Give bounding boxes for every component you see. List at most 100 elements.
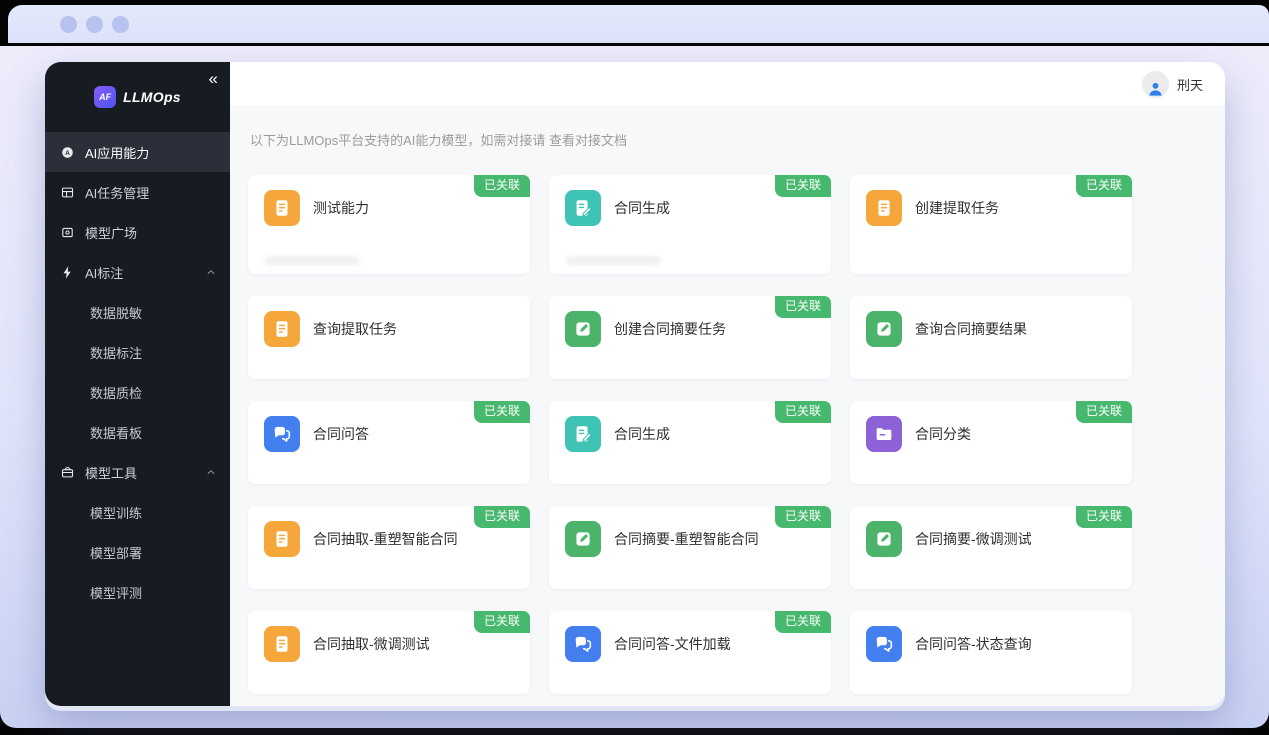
linked-badge: 已关联: [1076, 506, 1132, 528]
sidebar: « AF LLMOps A AI应用能力 AI任务管理模型广场 AI标注数据脱敏数据标…: [45, 62, 230, 706]
linked-badge: 已关联: [775, 401, 831, 423]
card-title: 测试能力: [313, 198, 369, 218]
sidebar-nav: A AI应用能力 AI任务管理模型广场 AI标注数据脱敏数据标注数据质检数据看板模型工…: [45, 132, 230, 612]
sidebar-subitem[interactable]: 数据看板: [45, 412, 230, 452]
description-text: 以下为LLMOps平台支持的AI能力模型，如需对接请: [250, 133, 545, 148]
linked-badge: 已关联: [474, 506, 530, 528]
pencil-icon: [565, 521, 601, 557]
card-title: 查询提取任务: [313, 319, 397, 339]
sidebar-collapse-icon[interactable]: «: [209, 70, 218, 87]
capability-card[interactable]: 查询提取任务: [248, 296, 530, 379]
svg-text:A: A: [65, 150, 70, 157]
document-icon: [264, 190, 300, 226]
sidebar-item[interactable]: A AI应用能力: [45, 132, 230, 172]
card-title: 合同摘要-微调测试: [915, 529, 1032, 549]
capability-card[interactable]: 创建提取任务 已关联: [850, 175, 1132, 274]
model-plaza-icon: [59, 224, 75, 240]
capability-card[interactable]: 测试能力 已关联: [248, 175, 530, 274]
card-title: 合同生成: [614, 424, 670, 444]
chevron-up-icon: [206, 267, 216, 277]
card-title: 合同摘要-重塑智能合同: [614, 529, 759, 549]
logo-mark-icon: AF: [94, 86, 116, 108]
ai-app-icon: A: [59, 144, 75, 160]
linked-badge: 已关联: [775, 175, 831, 197]
document-icon: [264, 626, 300, 662]
window-dot-icon: [112, 16, 129, 33]
card-head: 查询合同摘要结果: [866, 311, 1116, 347]
sidebar-subitem[interactable]: 数据脱敏: [45, 292, 230, 332]
card-title: 合同问答: [313, 424, 369, 444]
app-header: 刑天: [230, 62, 1225, 107]
capability-card[interactable]: 合同抽取-重塑智能合同已关联: [248, 506, 530, 589]
logo-text: LLMOps: [123, 89, 181, 105]
capability-card[interactable]: 合同生成 已关联: [549, 401, 831, 484]
app-window: « AF LLMOps A AI应用能力 AI任务管理模型广场 AI标注数据脱敏数据标…: [45, 62, 1225, 706]
window-dot-icon: [60, 16, 77, 33]
sidebar-item-label: 模型工具: [85, 463, 137, 482]
sidebar-subitem[interactable]: 模型评测: [45, 572, 230, 612]
document-icon: [866, 190, 902, 226]
pencil-icon: [866, 521, 902, 557]
docs-link[interactable]: 查看对接文档: [549, 133, 627, 148]
sidebar-subitem[interactable]: 数据质检: [45, 372, 230, 412]
linked-badge: 已关联: [775, 506, 831, 528]
user-avatar[interactable]: [1142, 71, 1169, 98]
capability-card[interactable]: 合同问答-状态查询: [850, 611, 1132, 694]
redacted-description: [565, 256, 661, 265]
sidebar-item[interactable]: AI任务管理: [45, 172, 230, 212]
page-background: « AF LLMOps A AI应用能力 AI任务管理模型广场 AI标注数据脱敏数据标…: [0, 46, 1269, 728]
redacted-description: [264, 256, 360, 265]
username[interactable]: 刑天: [1177, 75, 1203, 94]
capability-card[interactable]: 合同分类 已关联: [850, 401, 1132, 484]
card-head: 查询提取任务: [264, 311, 514, 347]
card-title: 查询合同摘要结果: [915, 319, 1027, 339]
chat-icon: [565, 626, 601, 662]
sidebar-subitem[interactable]: 数据标注: [45, 332, 230, 372]
folder-icon: [866, 416, 902, 452]
sidebar-item[interactable]: 模型广场: [45, 212, 230, 252]
capability-card[interactable]: 查询合同摘要结果: [850, 296, 1132, 379]
browser-topbar: [8, 5, 1269, 43]
capability-card[interactable]: 合同问答 已关联: [248, 401, 530, 484]
card-title: 合同抽取-微调测试: [313, 634, 430, 654]
sidebar-item-label: 模型广场: [85, 223, 137, 242]
linked-badge: 已关联: [474, 175, 530, 197]
capability-card[interactable]: 合同摘要-重塑智能合同已关联: [549, 506, 831, 589]
sidebar-item-label: AI应用能力: [85, 143, 149, 162]
card-title: 合同抽取-重塑智能合同: [313, 529, 458, 549]
page-description: 以下为LLMOps平台支持的AI能力模型，如需对接请 查看对接文档: [250, 130, 1207, 149]
sidebar-item-label: AI任务管理: [85, 183, 149, 202]
card-title: 合同生成: [614, 198, 670, 218]
main-panel: 刑天 以下为LLMOps平台支持的AI能力模型，如需对接请 查看对接文档 测试能…: [230, 62, 1225, 706]
card-head: 合同问答-状态查询: [866, 626, 1116, 662]
sidebar-subitem[interactable]: 模型部署: [45, 532, 230, 572]
capability-card[interactable]: 合同摘要-微调测试 已关联: [850, 506, 1132, 589]
person-icon: [1146, 79, 1165, 98]
sidebar-subitem[interactable]: 模型训练: [45, 492, 230, 532]
linked-badge: 已关联: [474, 401, 530, 423]
card-title: 合同问答-文件加载: [614, 634, 731, 654]
bolt-icon: [59, 264, 75, 280]
document-icon: [264, 521, 300, 557]
capability-card[interactable]: 合同生成 已关联: [549, 175, 831, 274]
content-area: 以下为LLMOps平台支持的AI能力模型，如需对接请 查看对接文档 测试能力已关…: [230, 107, 1225, 706]
chevron-up-icon: [206, 467, 216, 477]
sidebar-item-label: AI标注: [85, 263, 123, 282]
linked-badge: 已关联: [775, 611, 831, 633]
pencil-icon: [866, 311, 902, 347]
card-title: 创建合同摘要任务: [614, 319, 726, 339]
card-title: 创建提取任务: [915, 198, 999, 218]
logo: AF LLMOps: [45, 62, 230, 124]
linked-badge: 已关联: [775, 296, 831, 318]
linked-badge: 已关联: [1076, 175, 1132, 197]
sidebar-item[interactable]: 模型工具: [45, 452, 230, 492]
chat-icon: [264, 416, 300, 452]
linked-badge: 已关联: [474, 611, 530, 633]
capability-card[interactable]: 合同问答-文件加载 已关联: [549, 611, 831, 694]
sidebar-item[interactable]: AI标注: [45, 252, 230, 292]
capability-card[interactable]: 合同抽取-微调测试 已关联: [248, 611, 530, 694]
card-title: 合同分类: [915, 424, 971, 444]
linked-badge: 已关联: [1076, 401, 1132, 423]
capability-card-grid: 测试能力已关联合同生成已关联创建提取任务已关联查询提取任务创建合同摘要任务已关联…: [248, 175, 1207, 706]
capability-card[interactable]: 创建合同摘要任务 已关联: [549, 296, 831, 379]
